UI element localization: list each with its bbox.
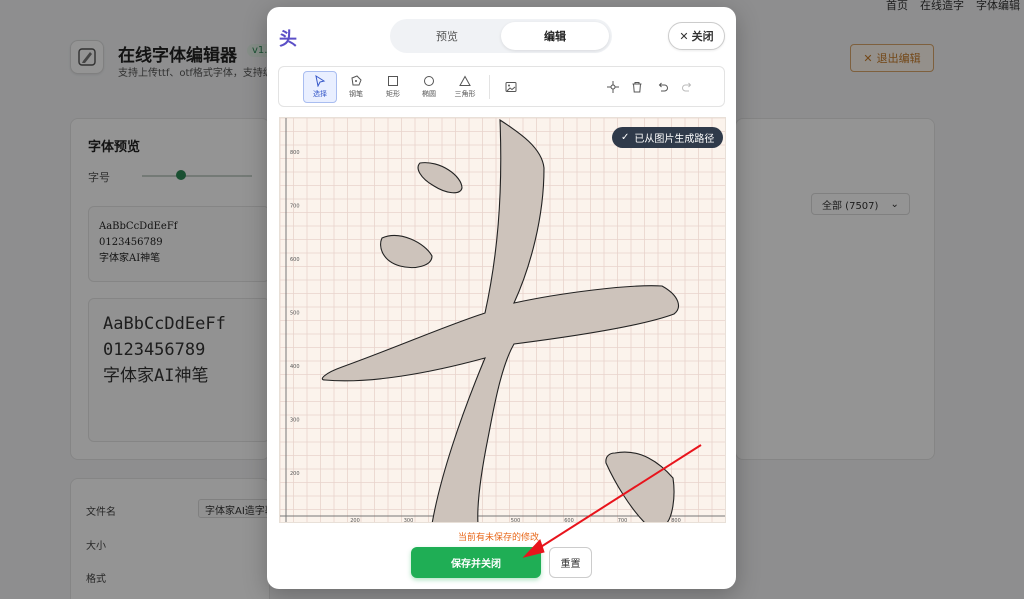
crosshair-icon	[607, 81, 619, 93]
glyph-canvas[interactable]: 2003004005006007008008007006005004003002…	[279, 117, 726, 523]
glyph-dot-bottom	[605, 451, 675, 522]
tool-ellipse[interactable]: 椭圆	[412, 71, 446, 103]
glyph-character: 头	[279, 29, 297, 50]
rectangle-icon	[388, 76, 398, 86]
delete-button[interactable]	[629, 79, 645, 95]
y-tick-label: 700	[290, 204, 300, 210]
x-tick-label: 800	[671, 518, 681, 523]
check-icon: ✓	[621, 132, 630, 143]
undo-button[interactable]	[655, 79, 671, 95]
y-tick-label: 300	[290, 418, 300, 424]
tool-label: 矩形	[386, 90, 400, 98]
undo-icon	[658, 82, 668, 92]
tab-edit[interactable]: 编辑	[501, 22, 609, 50]
tool-rectangle[interactable]: 矩形	[376, 71, 410, 103]
tool-label: 选择	[313, 90, 327, 98]
tool-label: 椭圆	[422, 90, 436, 98]
canvas-grid[interactable]: 2003004005006007008008007006005004003002…	[280, 118, 726, 523]
image-button[interactable]	[503, 79, 519, 95]
image-icon	[505, 82, 517, 92]
trash-icon	[632, 82, 642, 93]
redo-button[interactable]	[679, 79, 695, 95]
y-tick-label: 500	[290, 311, 300, 317]
close-icon: ✕	[679, 29, 689, 43]
ellipse-icon	[424, 76, 434, 86]
unsaved-notice: 当前有未保存的修改	[458, 533, 540, 543]
mode-tabs: 预览 编辑	[390, 19, 612, 53]
glyph-editor-modal: 头 预览 编辑 ✕ 关闭 选择 钢笔 矩形 椭圆 三角形 200 300 500…	[267, 7, 736, 589]
x-tick-label: 300	[404, 518, 414, 523]
triangle-icon	[459, 75, 471, 86]
close-label: 关闭	[691, 30, 714, 43]
tool-label: 钢笔	[349, 90, 363, 98]
x-tick-label: 700	[618, 518, 628, 523]
tool-label: 三角形	[454, 90, 476, 98]
center-button[interactable]	[605, 79, 621, 95]
tool-pen[interactable]: 钢笔	[339, 71, 373, 103]
x-tick-label: 600	[564, 518, 574, 523]
save-and-close-button[interactable]: 保存并关闭	[411, 547, 541, 578]
cursor-icon	[315, 75, 326, 87]
redo-icon	[682, 82, 692, 92]
pen-icon	[351, 75, 362, 86]
x-tick-label: 200	[350, 518, 360, 523]
tool-triangle[interactable]: 三角形	[448, 71, 482, 103]
y-tick-label: 200	[290, 471, 300, 477]
tool-select[interactable]: 选择	[303, 71, 337, 103]
y-tick-label: 800	[290, 150, 300, 156]
y-tick-label: 600	[290, 257, 300, 263]
badge-label: 已从图片生成路径	[634, 134, 715, 145]
close-button[interactable]: ✕ 关闭	[668, 22, 725, 50]
x-tick-label: 500	[511, 518, 521, 523]
editor-toolbar: 选择 钢笔 矩形 椭圆 三角形	[278, 66, 725, 107]
path-generated-badge: ✓ 已从图片生成路径	[612, 127, 724, 148]
tab-preview[interactable]: 预览	[393, 22, 501, 50]
toolbar-divider	[489, 75, 490, 99]
glyph-outline	[321, 118, 680, 522]
reset-button[interactable]: 重置	[549, 547, 592, 578]
y-tick-label: 400	[290, 364, 300, 370]
